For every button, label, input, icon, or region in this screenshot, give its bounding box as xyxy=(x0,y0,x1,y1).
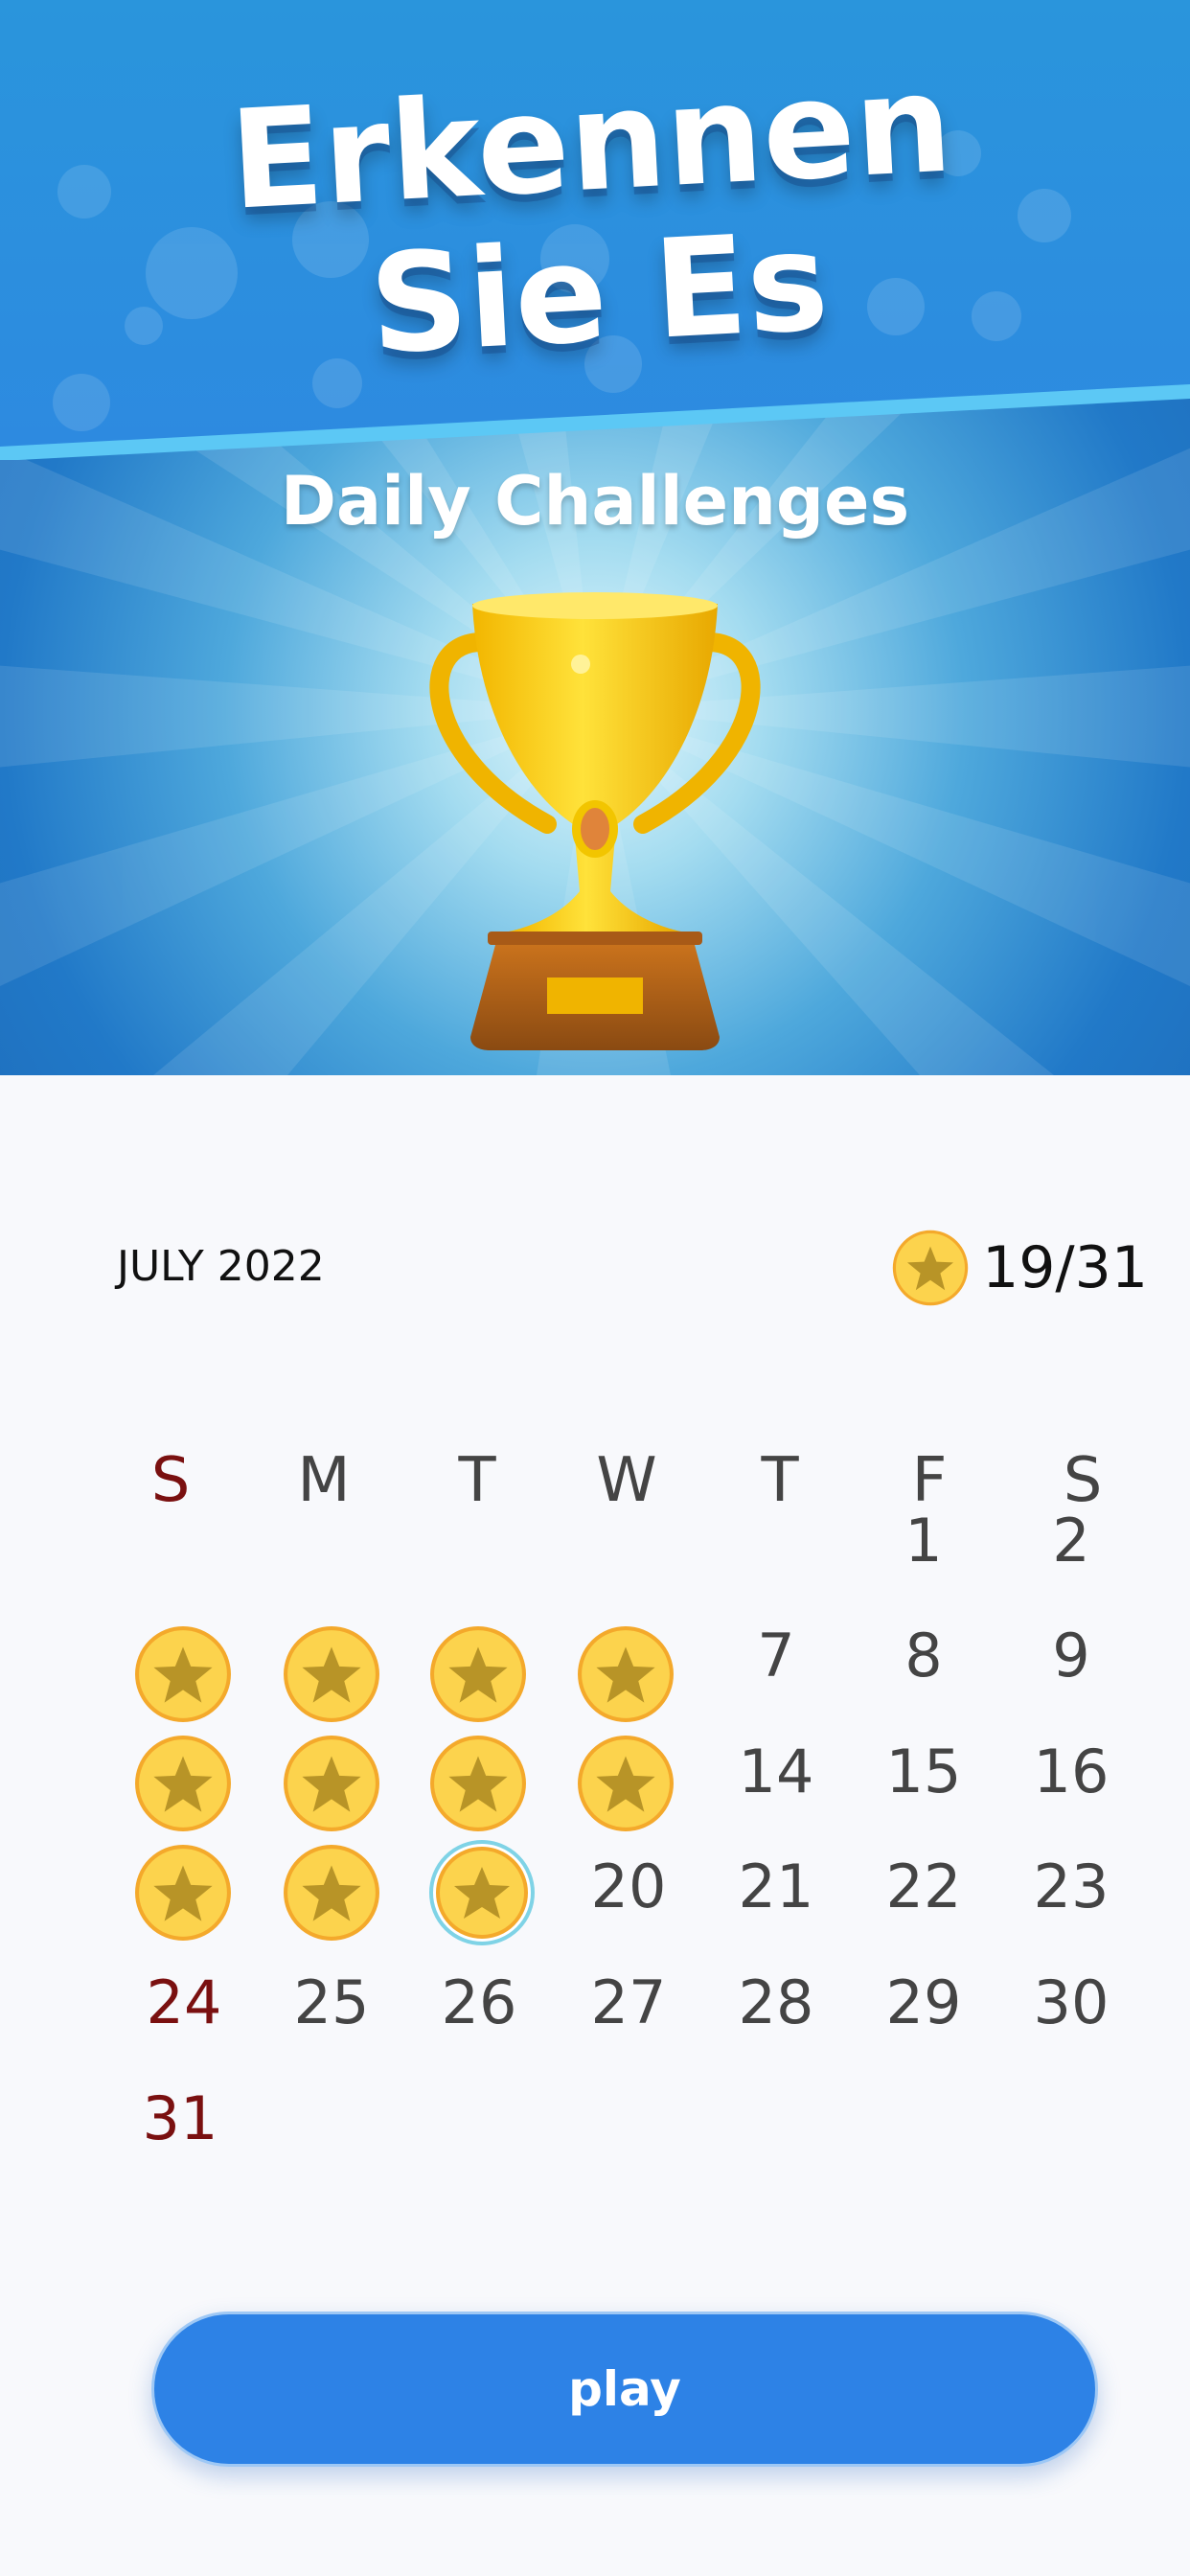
today-day-coin[interactable] xyxy=(429,1840,535,1945)
calendar-day[interactable]: 1 xyxy=(866,1487,981,1593)
star-coin-icon xyxy=(284,1626,379,1722)
calendar-day[interactable]: 22 xyxy=(866,1833,981,1939)
star-coin-icon xyxy=(429,1840,535,1945)
weekday-wed: W xyxy=(596,1445,657,1516)
weekday-mon: M xyxy=(297,1445,351,1516)
trophy-icon xyxy=(429,592,761,1050)
weekday-thu: T xyxy=(761,1445,799,1516)
calendar-day[interactable]: 2 xyxy=(1014,1487,1129,1593)
calendar-day[interactable]: 21 xyxy=(719,1833,834,1939)
completed-day-coin[interactable] xyxy=(577,1735,675,1832)
star-coin-icon xyxy=(284,1845,379,1941)
daily-challenges-banner: Erkennen Sie Es Daily Challenges xyxy=(0,0,1190,1075)
weekday-tue: T xyxy=(458,1445,496,1516)
play-button-label: play xyxy=(568,2361,681,2417)
calendar-day[interactable]: 7 xyxy=(719,1602,834,1708)
calendar-day[interactable]: 14 xyxy=(719,1718,834,1824)
challenge-progress: 19/31 xyxy=(892,1228,1148,1308)
star-coin-icon xyxy=(430,1736,526,1831)
star-coin-icon xyxy=(135,1626,231,1722)
calendar-day[interactable]: 28 xyxy=(719,1949,834,2055)
completed-day-coin[interactable] xyxy=(283,1625,380,1723)
calendar-day[interactable]: 29 xyxy=(866,1949,981,2055)
calendar-day[interactable]: 9 xyxy=(1014,1602,1129,1708)
calendar-day[interactable]: 25 xyxy=(274,1949,389,2055)
completed-day-coin[interactable] xyxy=(134,1625,232,1723)
app-title: Erkennen Sie Es xyxy=(0,36,1190,402)
page-subtitle: Daily Challenges xyxy=(280,462,910,540)
calendar-day[interactable]: 31 xyxy=(123,2065,238,2171)
calendar-day[interactable]: 26 xyxy=(422,1949,537,2055)
completed-day-coin[interactable] xyxy=(134,1735,232,1832)
calendar-day[interactable]: 27 xyxy=(571,1949,686,2055)
completed-day-coin[interactable] xyxy=(283,1844,380,1942)
star-coin-icon xyxy=(578,1736,674,1831)
star-coin-icon xyxy=(135,1736,231,1831)
weekday-sun: S xyxy=(150,1445,191,1516)
calendar-day[interactable]: 8 xyxy=(866,1602,981,1708)
star-coin-icon xyxy=(892,1230,969,1306)
completed-day-coin[interactable] xyxy=(283,1735,380,1832)
calendar-day[interactable]: 15 xyxy=(866,1718,981,1824)
play-button[interactable]: play xyxy=(151,2312,1098,2467)
calendar-day[interactable]: 20 xyxy=(571,1833,686,1939)
star-coin-icon xyxy=(578,1626,674,1722)
month-label: JULY 2022 xyxy=(117,1242,325,1291)
completed-day-coin[interactable] xyxy=(134,1844,232,1942)
calendar-day[interactable]: 23 xyxy=(1014,1833,1129,1939)
calendar-day[interactable]: 30 xyxy=(1014,1949,1129,2055)
calendar-day[interactable]: 16 xyxy=(1014,1718,1129,1824)
completed-day-coin[interactable] xyxy=(429,1735,527,1832)
star-coin-icon xyxy=(430,1626,526,1722)
calendar-day[interactable]: 24 xyxy=(126,1949,241,2055)
progress-count: 19/31 xyxy=(982,1234,1148,1301)
completed-day-coin[interactable] xyxy=(429,1625,527,1723)
star-coin-icon xyxy=(284,1736,379,1831)
completed-day-coin[interactable] xyxy=(577,1625,675,1723)
star-coin-icon xyxy=(135,1845,231,1941)
